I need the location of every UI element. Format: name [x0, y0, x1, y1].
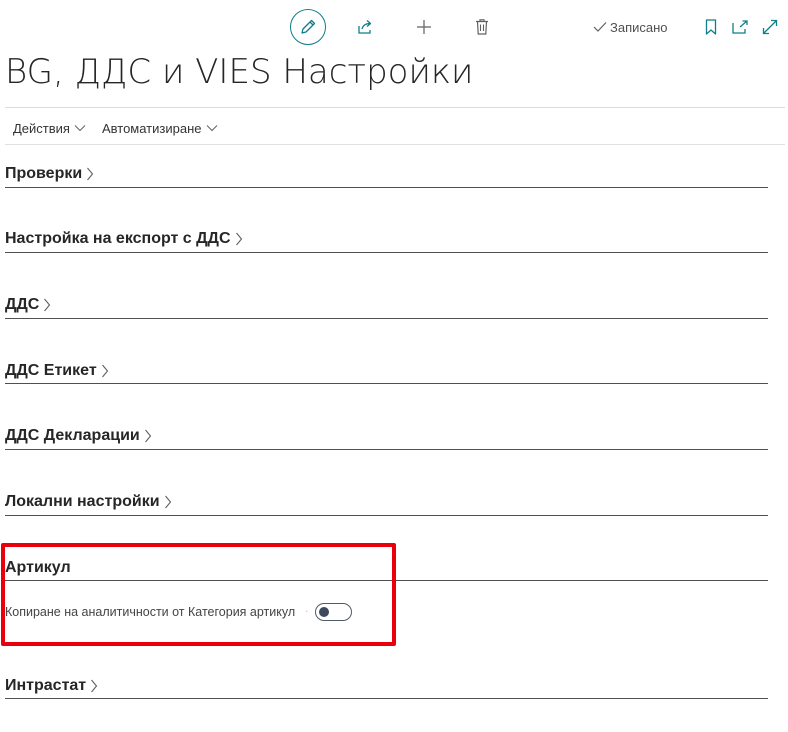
section-header-checks[interactable]: Проверки: [5, 163, 768, 185]
bookmark-button[interactable]: [702, 16, 720, 38]
page-title: BG, ДДС и VIES Настройки: [5, 52, 474, 92]
section-title: Настройка на експорт с ДДС: [5, 230, 231, 247]
pencil-icon: [301, 19, 316, 34]
new-button[interactable]: [413, 16, 435, 38]
chevron-right-icon: [101, 364, 108, 378]
open-in-new-window-icon: [732, 20, 748, 34]
section-divider: [5, 187, 768, 188]
section-divider: [5, 515, 768, 516]
section-title: ДДС: [5, 296, 40, 313]
title-divider: [5, 107, 785, 108]
page-toolbar: Записано: [0, 0, 788, 54]
section-header-intrastat[interactable]: Интрастат: [5, 675, 768, 697]
saved-status: Записано: [593, 17, 668, 37]
edit-button[interactable]: [290, 9, 326, 45]
section-header-local-settings[interactable]: Локални настройки: [5, 491, 768, 513]
section-header-vat-label[interactable]: ДДС Етикет: [5, 360, 768, 382]
section-vat: ДДС: [5, 294, 768, 319]
section-title: Локални настройки: [5, 493, 160, 510]
chevron-right-icon: [144, 429, 151, 443]
section-vat-declarations: ДДС Декларации: [5, 425, 768, 450]
chevron-right-icon: [91, 679, 98, 693]
section-header-vat-export-setup[interactable]: Настройка на експорт с ДДС: [5, 228, 768, 250]
chevron-right-icon: [44, 298, 51, 312]
open-new-window-button[interactable]: [730, 16, 750, 38]
actions-menu-label: Действия: [13, 120, 70, 136]
share-button[interactable]: [354, 16, 376, 38]
automate-menu-label: Автоматизиране: [101, 120, 202, 136]
section-divider: [5, 318, 768, 319]
automate-menu[interactable]: Автоматизиране: [102, 121, 218, 136]
saved-label: Записано: [610, 19, 668, 35]
section-vat-label: ДДС Етикет: [5, 360, 768, 384]
section-title: Проверки: [5, 165, 83, 182]
delete-button[interactable]: [471, 16, 493, 38]
section-header-vat-declarations[interactable]: ДДС Декларации: [5, 425, 768, 447]
section-divider: [5, 698, 768, 699]
section-intrastat: Интрастат: [5, 675, 768, 699]
chevron-right-icon: [87, 167, 94, 181]
expand-icon: [762, 19, 778, 35]
chevron-right-icon: [235, 232, 242, 246]
actionbar-divider: [5, 144, 785, 145]
plus-icon: [417, 20, 431, 34]
section-header-vat[interactable]: ДДС: [5, 294, 768, 316]
expand-button[interactable]: [760, 16, 780, 38]
section-title: ДДС Декларации: [5, 427, 140, 444]
section-divider: [5, 252, 768, 253]
section-title: ДДС Етикет: [5, 362, 97, 379]
share-icon: [358, 20, 372, 34]
trash-icon: [476, 19, 488, 35]
chevron-right-icon: [164, 495, 171, 509]
section-checks: Проверки: [5, 163, 768, 188]
chevron-down-icon: [206, 125, 217, 132]
section-divider: [5, 383, 768, 384]
section-local-settings: Локални настройки: [5, 491, 768, 516]
section-title: Интрастат: [5, 677, 87, 694]
bookmark-icon: [705, 19, 717, 35]
section-divider: [5, 449, 768, 450]
section-vat-export-setup: Настройка на експорт с ДДС: [5, 228, 768, 253]
checkmark-icon: [593, 22, 607, 32]
chevron-down-icon: [74, 125, 86, 132]
action-bar: Действия Автоматизиране: [5, 116, 234, 140]
highlight-box: [1, 543, 396, 646]
actions-menu[interactable]: Действия: [13, 121, 86, 136]
